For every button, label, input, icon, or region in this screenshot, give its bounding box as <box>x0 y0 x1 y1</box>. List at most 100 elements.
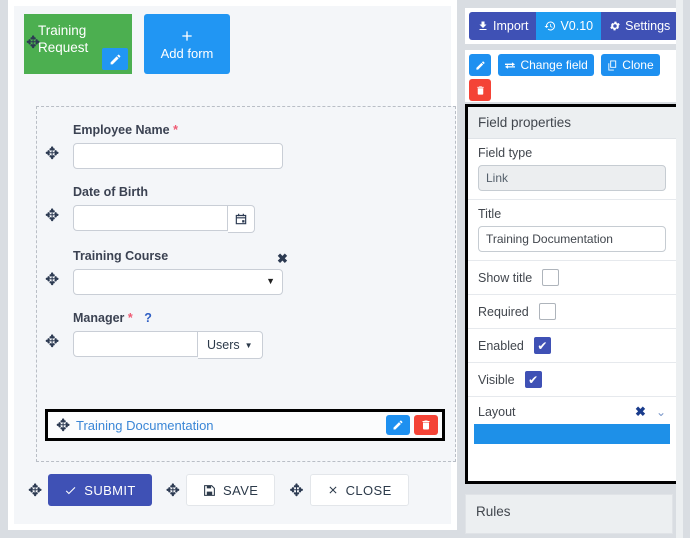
visible-checkbox[interactable]: ✔ <box>524 371 542 388</box>
form-tab-label: Training Request <box>38 23 89 55</box>
help-icon[interactable]: ? <box>144 311 152 325</box>
page-scrollbar[interactable] <box>676 0 683 538</box>
prop-required: Required <box>468 295 676 329</box>
version-label: V0.10 <box>560 19 594 33</box>
form-builder-inner: ✥ Training Request Add form Employee Nam… <box>14 6 456 524</box>
check-icon <box>64 484 77 497</box>
field-toolbar: Change field Clone <box>465 50 679 102</box>
change-field-label: Change field <box>520 58 588 72</box>
calendar-picker-button[interactable] <box>228 205 255 233</box>
enabled-label: Enabled <box>478 338 524 353</box>
selected-field-edit-button[interactable] <box>386 415 410 435</box>
required-marker: * <box>127 311 133 325</box>
submit-button[interactable]: SUBMIT <box>48 474 152 506</box>
show-title-label: Show title <box>478 270 533 285</box>
form-tab-drag-handle[interactable]: ✥ <box>26 34 40 51</box>
settings-button[interactable]: Settings <box>601 12 679 40</box>
rules-title: Rules <box>476 504 511 519</box>
field-label-training-course: Training Course <box>73 249 169 263</box>
top-toolbar: Import V0.10 Settings <box>465 8 679 44</box>
visible-label: Visible <box>478 372 515 387</box>
selected-field-drag-handle[interactable]: ✥ <box>56 417 70 434</box>
manager-lookup-button[interactable]: Users ▼ <box>198 331 263 359</box>
submit-label: SUBMIT <box>84 482 136 498</box>
field-drag-handle-training-course[interactable]: ✥ <box>45 271 59 288</box>
title-input[interactable] <box>478 226 666 252</box>
trash-icon <box>476 85 484 95</box>
floppy-disk-icon <box>203 484 216 497</box>
training-course-select[interactable] <box>73 269 283 295</box>
close-label: CLOSE <box>345 482 392 498</box>
layout-clear-icon[interactable]: ✖ <box>635 404 646 420</box>
submit-drag-handle[interactable]: ✥ <box>28 482 42 499</box>
field-drag-handle-employee-name[interactable]: ✥ <box>45 145 59 162</box>
field-delete-button[interactable] <box>469 79 491 101</box>
form-tabs: ✥ Training Request Add form <box>24 14 230 74</box>
layout-value-bar[interactable] <box>474 424 670 444</box>
chevron-down-icon[interactable]: ⌄ <box>656 405 666 419</box>
training-course-clear-icon[interactable]: ✖ <box>277 251 288 267</box>
required-marker: * <box>173 123 178 137</box>
prop-show-title: Show title <box>468 261 676 295</box>
pencil-icon <box>110 54 120 64</box>
selected-field-delete-button[interactable] <box>414 415 438 435</box>
field-properties-panel: Field properties Field type Title Show t… <box>465 104 679 484</box>
manager-lookup-label: Users <box>207 338 240 352</box>
rules-section[interactable]: Rules <box>465 494 673 534</box>
field-drag-handle-date-of-birth[interactable]: ✥ <box>45 207 59 224</box>
training-documentation-link[interactable]: Training Documentation <box>76 418 214 433</box>
form-builder-card: ✥ Training Request Add form Employee Nam… <box>8 0 457 530</box>
field-label-employee-name: Employee Name * <box>73 123 178 137</box>
add-form-button[interactable]: Add form <box>144 14 230 74</box>
field-edit-button[interactable] <box>469 54 491 76</box>
field-label-date-of-birth: Date of Birth <box>73 185 148 199</box>
prop-field-type: Field type <box>468 139 676 200</box>
field-type-select[interactable] <box>478 165 666 191</box>
close-x-icon <box>327 484 339 496</box>
caret-down-icon: ▼ <box>244 340 253 350</box>
layout-actions: ✖ ⌄ <box>635 404 666 420</box>
version-button[interactable]: V0.10 <box>536 12 602 40</box>
form-tab-training-request[interactable]: ✥ Training Request <box>24 14 132 74</box>
layout-label: Layout <box>478 405 516 419</box>
gear-icon <box>609 20 621 32</box>
close-drag-handle[interactable]: ✥ <box>289 482 303 499</box>
selected-field-row[interactable]: ✥ Training Documentation <box>45 409 445 441</box>
required-label: Required <box>478 304 529 319</box>
prop-visible: Visible ✔ <box>468 363 676 397</box>
selected-field-actions <box>386 415 438 435</box>
form-footer-buttons: ✥ SUBMIT ✥ SAVE ✥ CLOSE <box>28 474 448 506</box>
clone-label: Clone <box>622 58 654 72</box>
plus-icon <box>179 28 195 44</box>
field-training-course: Training Course ✖ ✥ ▼ <box>37 249 455 295</box>
right-panel: Import V0.10 Settings Change field Clone… <box>465 0 683 538</box>
field-drag-handle-manager[interactable]: ✥ <box>45 333 59 350</box>
pencil-icon <box>475 60 485 70</box>
form-tab-edit-button[interactable] <box>102 48 128 70</box>
copy-icon <box>607 59 618 71</box>
enabled-checkbox[interactable]: ✔ <box>533 337 551 354</box>
field-properties-title: Field properties <box>468 107 676 139</box>
import-button[interactable]: Import <box>469 12 537 40</box>
prop-layout: Layout ✖ ⌄ <box>468 397 676 424</box>
change-field-button[interactable]: Change field <box>498 54 594 76</box>
clone-button[interactable]: Clone <box>601 54 660 76</box>
employee-name-input[interactable] <box>73 143 283 169</box>
pencil-icon <box>393 420 403 430</box>
settings-label: Settings <box>625 19 671 33</box>
prop-enabled: Enabled ✔ <box>468 329 676 363</box>
required-checkbox[interactable] <box>538 303 556 320</box>
trash-icon <box>422 420 430 430</box>
field-manager: Manager * ? ✥ Users ▼ <box>37 311 455 359</box>
show-title-checkbox[interactable] <box>542 269 560 286</box>
download-icon <box>477 20 489 32</box>
save-drag-handle[interactable]: ✥ <box>166 482 180 499</box>
history-icon <box>544 20 556 32</box>
close-button[interactable]: CLOSE <box>309 474 409 506</box>
save-button[interactable]: SAVE <box>186 474 276 506</box>
calendar-icon <box>235 213 247 225</box>
app-root: ✥ Training Request Add form Employee Nam… <box>0 0 690 538</box>
save-label: SAVE <box>223 482 259 498</box>
manager-input[interactable] <box>73 331 198 357</box>
date-of-birth-input[interactable] <box>73 205 228 231</box>
